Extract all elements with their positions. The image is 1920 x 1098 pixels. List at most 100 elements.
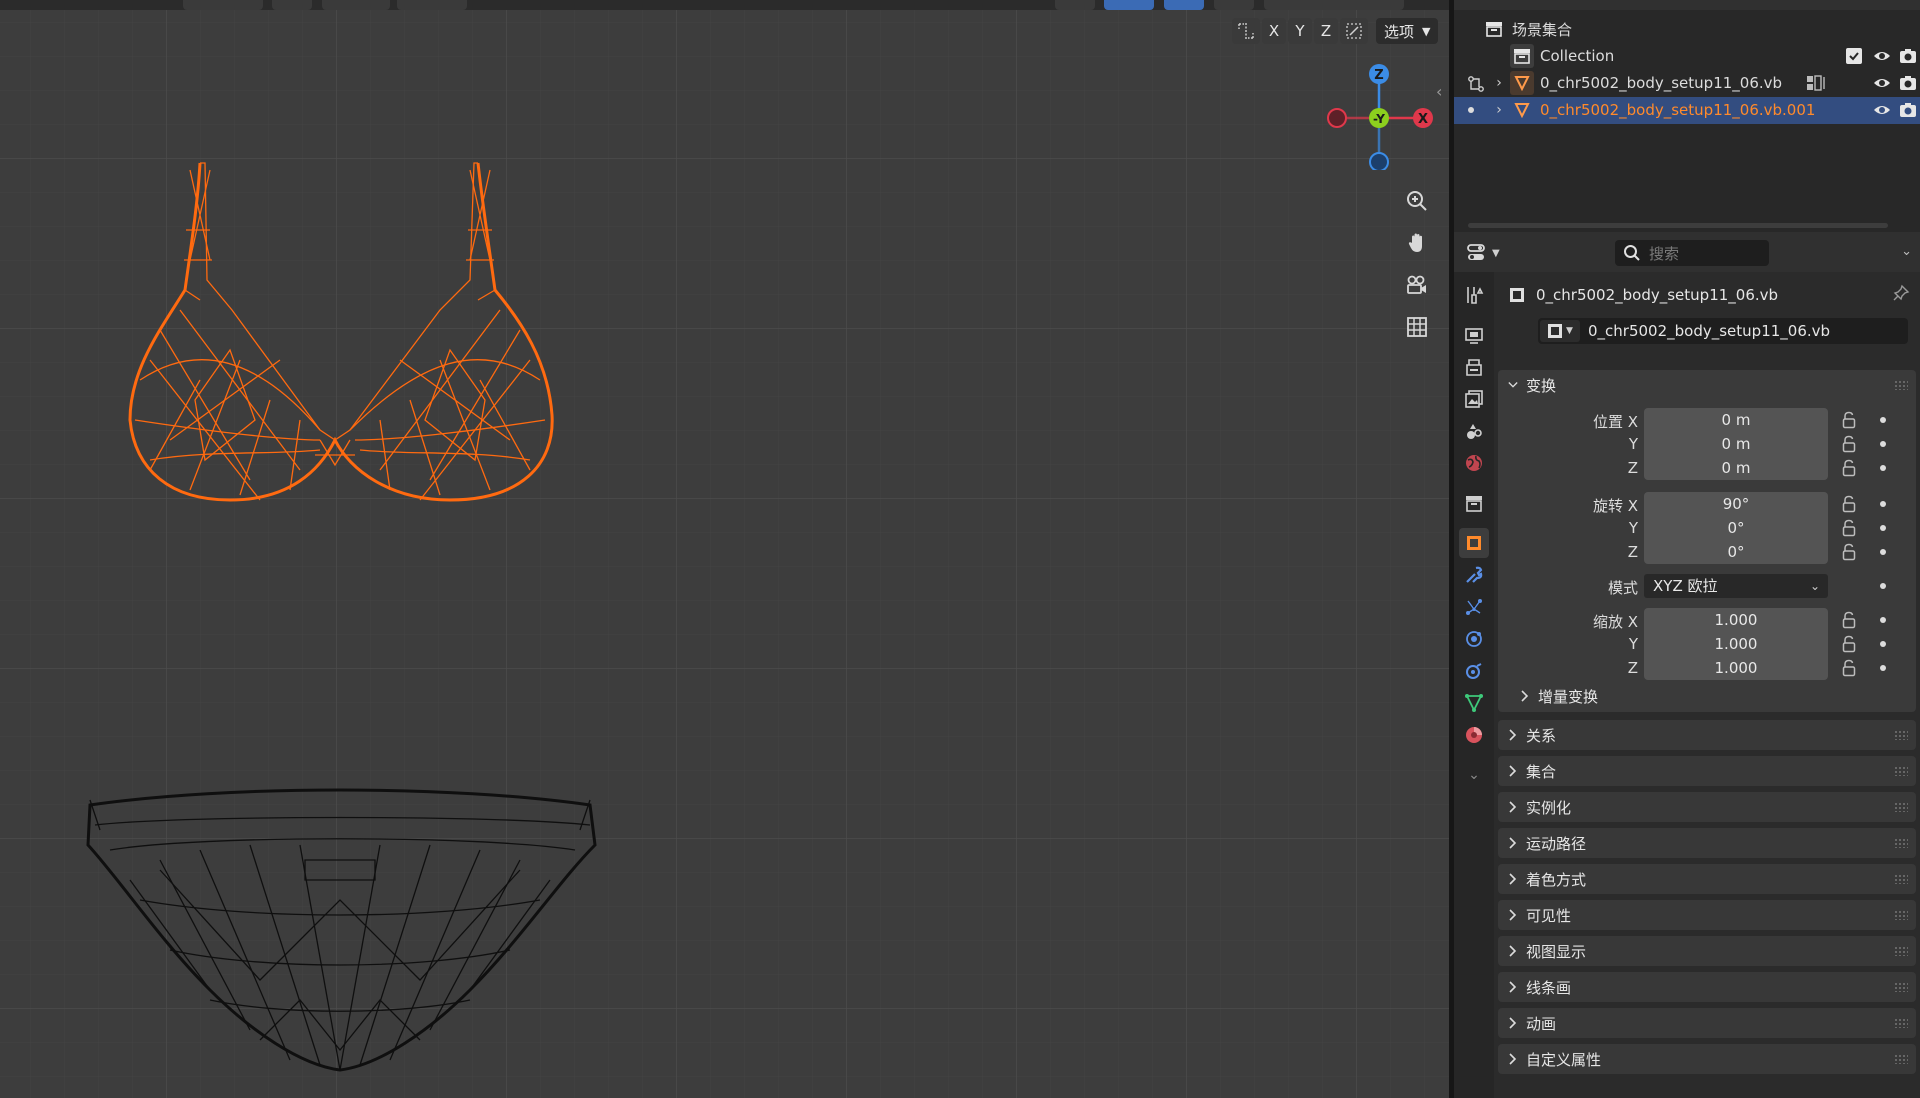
location-x-field[interactable]: 0 m xyxy=(1644,408,1828,432)
header-chip[interactable] xyxy=(1055,0,1095,10)
panel-header[interactable]: 着色方式 xyxy=(1498,864,1916,894)
chevron-right-icon[interactable]: › xyxy=(1492,102,1506,118)
panel-header[interactable]: 实例化 xyxy=(1498,792,1916,822)
grid-projection-icon[interactable] xyxy=(1399,309,1435,345)
keyframe-dot-icon[interactable] xyxy=(1880,583,1886,589)
axis-z-toggle[interactable]: Z xyxy=(1314,18,1338,44)
tab-tool-icon[interactable] xyxy=(1459,280,1489,310)
drag-grip-icon[interactable] xyxy=(1894,982,1908,992)
camera-view-icon[interactable] xyxy=(1399,267,1435,303)
auto-merge-icon[interactable] xyxy=(1340,18,1368,44)
drag-grip-icon[interactable] xyxy=(1894,910,1908,920)
tabs-more-chevron-icon[interactable]: ⌄ xyxy=(1459,760,1489,790)
tab-object-icon[interactable] xyxy=(1459,528,1489,558)
panel-header[interactable]: 关系 xyxy=(1498,720,1916,750)
tab-render-icon[interactable] xyxy=(1459,320,1489,350)
panel-header[interactable]: 线条画 xyxy=(1498,972,1916,1002)
mirror-icon[interactable] xyxy=(1232,18,1260,44)
lock-icon[interactable] xyxy=(1842,459,1856,481)
collapsed-panel[interactable]: 运动路径 xyxy=(1498,828,1916,858)
lock-icon[interactable] xyxy=(1842,411,1856,433)
keyframe-dot-icon[interactable] xyxy=(1880,665,1886,671)
axis-y-toggle[interactable]: Y xyxy=(1288,18,1312,44)
panel-header[interactable]: 自定义属性 xyxy=(1498,1044,1916,1074)
keyframe-dot-icon[interactable] xyxy=(1880,549,1886,555)
location-z-field[interactable]: 0 m xyxy=(1644,456,1828,480)
drag-grip-icon[interactable] xyxy=(1894,1054,1908,1064)
drag-grip-icon[interactable] xyxy=(1894,1018,1908,1028)
chevron-right-icon[interactable]: › xyxy=(1492,75,1506,91)
modifier-icon[interactable] xyxy=(1805,74,1829,92)
navigation-gizmo[interactable]: Z X -Y xyxy=(1325,60,1435,170)
collapsed-panel[interactable]: 集合 xyxy=(1498,756,1916,786)
lock-icon[interactable] xyxy=(1842,543,1856,565)
pin-icon[interactable] xyxy=(1892,284,1910,306)
eye-icon[interactable] xyxy=(1872,101,1892,119)
lock-icon[interactable] xyxy=(1842,659,1856,681)
keyframe-dot-icon[interactable] xyxy=(1880,617,1886,623)
lock-icon[interactable] xyxy=(1842,495,1856,517)
rotation-y-field[interactable]: 0° xyxy=(1644,516,1828,540)
header-chip[interactable] xyxy=(322,0,390,10)
collapsed-panel[interactable]: 实例化 xyxy=(1498,792,1916,822)
tab-constraints-icon[interactable] xyxy=(1459,656,1489,686)
options-dropdown[interactable]: 选项 ▼ xyxy=(1376,18,1439,44)
drag-grip-icon[interactable] xyxy=(1894,874,1908,884)
header-chip[interactable] xyxy=(1104,0,1154,10)
collapsed-panel[interactable]: 线条画 xyxy=(1498,972,1916,1002)
outliner-scene-collection[interactable]: 场景集合 xyxy=(1454,15,1920,42)
drag-grip-icon[interactable] xyxy=(1894,802,1908,812)
collapsed-panel[interactable]: 着色方式 xyxy=(1498,864,1916,894)
drag-grip-icon[interactable] xyxy=(1894,766,1908,776)
tab-particles-icon[interactable] xyxy=(1459,592,1489,622)
3d-viewport[interactable]: X Y Z 选项 ▼ Z X -Y ‹ xyxy=(0,0,1449,1098)
keyframe-dot-icon[interactable] xyxy=(1880,465,1886,471)
tab-modifier-wrench-icon[interactable] xyxy=(1459,560,1489,590)
lock-icon[interactable] xyxy=(1842,519,1856,541)
delta-transform-subpanel[interactable]: 增量变换 xyxy=(1520,684,1598,708)
tab-material-icon[interactable] xyxy=(1459,720,1489,750)
panel-header[interactable]: 可见性 xyxy=(1498,900,1916,930)
rotation-mode-select[interactable]: XYZ 欧拉 ⌄ xyxy=(1644,574,1828,598)
sidebar-toggle-icon[interactable]: ‹ xyxy=(1436,82,1442,101)
scale-y-field[interactable]: 1.000 xyxy=(1644,632,1828,656)
collapsed-panel[interactable]: 动画 xyxy=(1498,1008,1916,1038)
camera-render-icon[interactable] xyxy=(1898,47,1918,65)
outliner-collection[interactable]: Collection xyxy=(1454,43,1920,70)
tab-data-mesh-icon[interactable] xyxy=(1459,688,1489,718)
keyframe-dot-icon[interactable] xyxy=(1880,525,1886,531)
rotation-x-field[interactable]: 90° xyxy=(1644,492,1828,516)
collapsed-panel[interactable]: 视图显示 xyxy=(1498,936,1916,966)
keyframe-dot-icon[interactable] xyxy=(1880,417,1886,423)
keyframe-dot-icon[interactable] xyxy=(1880,641,1886,647)
transform-panel-header[interactable]: 变换 xyxy=(1498,370,1916,400)
tab-output-icon[interactable] xyxy=(1459,352,1489,382)
outliner-object-row[interactable]: › 0_chr5002_body_setup11_06.vb xyxy=(1454,70,1920,97)
lock-icon[interactable] xyxy=(1842,635,1856,657)
keyframe-dot-icon[interactable] xyxy=(1880,441,1886,447)
checkbox-checked-icon[interactable] xyxy=(1846,48,1862,64)
header-chip[interactable] xyxy=(272,0,312,10)
lock-icon[interactable] xyxy=(1842,611,1856,633)
camera-render-icon[interactable] xyxy=(1898,74,1918,92)
scale-x-field[interactable]: 1.000 xyxy=(1644,608,1828,632)
axis-x-toggle[interactable]: X xyxy=(1262,18,1286,44)
tab-scene-icon[interactable] xyxy=(1459,416,1489,446)
properties-search-input[interactable]: 搜索 xyxy=(1615,240,1769,266)
tab-collection-icon[interactable] xyxy=(1459,488,1489,518)
lock-icon[interactable] xyxy=(1842,435,1856,457)
outliner-object-row-selected[interactable]: › 0_chr5002_body_setup11_06.vb.001 xyxy=(1454,97,1920,124)
keyframe-dot-icon[interactable] xyxy=(1880,501,1886,507)
scale-z-field[interactable]: 1.000 xyxy=(1644,656,1828,680)
collapsed-panel[interactable]: 可见性 xyxy=(1498,900,1916,930)
header-chip[interactable] xyxy=(1214,0,1254,10)
drag-grip-icon[interactable] xyxy=(1894,730,1908,740)
panel-header[interactable]: 集合 xyxy=(1498,756,1916,786)
location-y-field[interactable]: 0 m xyxy=(1644,432,1828,456)
drag-grip-icon[interactable] xyxy=(1894,838,1908,848)
rotation-z-field[interactable]: 0° xyxy=(1644,540,1828,564)
drag-grip-icon[interactable] xyxy=(1894,946,1908,956)
editor-type-selector[interactable]: ▼ xyxy=(1466,240,1506,266)
zoom-icon[interactable] xyxy=(1399,183,1435,219)
tab-physics-icon[interactable] xyxy=(1459,624,1489,654)
